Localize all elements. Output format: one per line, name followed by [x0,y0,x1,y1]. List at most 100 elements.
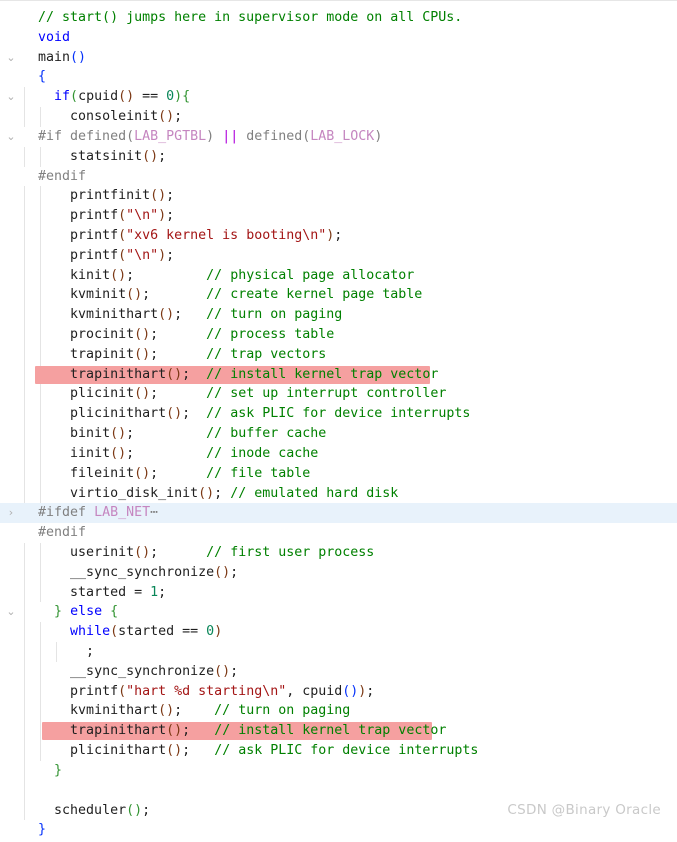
code-line[interactable]: #endif [0,167,677,187]
code-line[interactable]: kvminithart(); // turn on paging [0,305,677,325]
code-line[interactable]: procinit(); // process table [0,325,677,345]
code-line[interactable]: trapinithart(); // install kernel trap v… [0,364,677,385]
gutter-spacer [0,67,22,87]
gutter-spacer [0,741,22,761]
code-token: ; [366,683,375,699]
code-line-text: __sync_synchronize(); [22,662,238,682]
fold-chevron-down-icon[interactable]: ⌄ [0,127,22,147]
code-line[interactable]: ⌄ #if defined(LAB_PGTBL) || defined(LAB_… [0,127,677,147]
code-token: || [222,128,239,144]
code-line[interactable]: plicinit(); // set up interrupt controll… [0,384,677,405]
fold-chevron-down-icon[interactable]: ⌄ [0,48,22,68]
code-line[interactable]: } [0,760,677,781]
code-line[interactable]: ⌄ } else { [0,602,677,623]
code-line[interactable]: void [0,28,677,48]
code-line[interactable]: plicinithart(); // ask PLIC for device i… [0,741,677,761]
code-line[interactable]: › #ifdef LAB_NET⋯ [0,503,677,524]
code-line[interactable]: iinit(); // inode cache [0,443,677,464]
code-line[interactable]: __sync_synchronize(); [0,562,677,583]
gutter-spacer [0,820,22,840]
code-token: // turn on paging [214,703,351,719]
code-line[interactable]: ⌄ main() [0,48,677,68]
code-token: ; [150,386,159,402]
code-line[interactable]: { [0,67,677,87]
code-line-text: fileinit(); // file table [22,464,310,484]
code-line[interactable]: virtio_disk_init(); // emulated hard dis… [0,483,677,504]
code-token: "\n" [126,247,159,263]
code-token: LAB_PGTBL [134,128,207,144]
code-token: () [158,109,175,125]
code-line[interactable]: __sync_synchronize(); [0,661,677,682]
code-line-text: __sync_synchronize(); [22,563,238,583]
code-editor[interactable]: // start() jumps here in supervisor mode… [0,0,677,842]
code-line[interactable]: // start() jumps here in supervisor mode… [0,8,677,28]
code-line[interactable]: consoleinit(); [0,107,677,127]
code-line[interactable]: printf("\n"); [0,206,677,226]
gutter-spacer [0,206,22,226]
code-token: "xv6 kernel is booting\n" [126,227,327,243]
code-line[interactable]: userinit(); // first user process [0,542,677,563]
code-line[interactable]: while(started == 0) [0,622,677,642]
code-content[interactable]: // start() jumps here in supervisor mode… [0,8,677,840]
code-token: // inode cache [206,445,319,461]
code-line-text: } [22,761,62,781]
code-token: cpuid [78,89,119,105]
code-line[interactable]: printf("hart %d starting\n", cpuid()); [0,681,677,702]
code-line[interactable]: ⌄ if(cpuid() == 0){ [0,87,677,108]
code-line[interactable]: ; [0,642,677,662]
code-line[interactable]: binit(); // buffer cache [0,424,677,444]
code-line[interactable]: fileinit(); // file table [0,463,677,484]
code-line-text: started = 1; [22,583,166,603]
code-line[interactable]: printf("\n"); [0,245,677,266]
gutter-spacer [0,424,22,444]
fold-chevron-down-icon[interactable]: ⌄ [0,87,22,107]
code-token: #if defined [38,128,127,144]
gutter-spacer [0,801,22,821]
code-line[interactable]: #endif [0,523,677,543]
code-token: () [214,564,231,580]
code-line[interactable]: statsinit(); [0,146,677,167]
code-token: ⋯ [150,505,159,521]
code-token: () [134,465,151,481]
code-token: { [38,69,47,85]
gutter-spacer [0,365,22,385]
code-token: ; [150,544,159,560]
code-line[interactable]: printf("xv6 kernel is booting\n"); [0,225,677,246]
code-line[interactable]: kvminit(); // create kernel page table [0,285,677,306]
code-line[interactable]: started = 1; [0,582,677,603]
code-line[interactable]: printfinit(); [0,186,677,207]
code-token: ; [150,327,159,342]
fold-chevron-right-icon[interactable]: › [0,503,22,523]
code-token: if [54,89,71,105]
code-token: ; [166,208,175,224]
code-token: () [166,743,183,759]
code-line[interactable]: plicinithart(); // ask PLIC for device i… [0,404,677,425]
code-token: ; [166,188,175,204]
code-line[interactable]: } [0,820,677,840]
code-line-text: statsinit(); [22,147,166,167]
code-line[interactable]: trapinit(); // trap vectors [0,344,677,365]
code-token: = [126,584,151,600]
code-line[interactable]: kinit(); // physical page allocator [0,265,677,286]
code-line[interactable]: trapinithart(); // install kernel trap v… [0,721,677,742]
fold-chevron-down-icon[interactable]: ⌄ [0,602,22,622]
code-token: // file table [206,465,311,481]
code-line[interactable] [0,780,677,801]
code-line[interactable]: kvminithart(); // turn on paging [0,701,677,722]
code-token: // trap vectors [206,346,327,362]
code-token: ( [118,208,127,224]
code-line-text: kvminit(); // create kernel page table [22,285,422,305]
code-line-text: #endif [22,523,86,543]
